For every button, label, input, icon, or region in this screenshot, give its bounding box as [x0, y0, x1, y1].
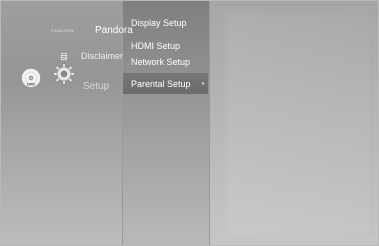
setup-menu-screen: PANDORA Pandora Disclaimer DVD Setup Dis… — [0, 0, 379, 246]
gear-icon — [53, 63, 75, 85]
document-icon — [60, 52, 68, 61]
main-menu-item-pandora[interactable]: Pandora — [95, 25, 133, 36]
content-panel — [224, 11, 374, 237]
submenu-item-display-setup[interactable]: Display Setup — [131, 18, 187, 28]
content-area — [209, 1, 378, 245]
dvd-text: DVD — [27, 83, 35, 87]
main-menu-item-disclaimer[interactable]: Disclaimer — [81, 51, 123, 61]
submenu-item-network-setup[interactable]: Network Setup — [131, 57, 190, 67]
main-menu-column — [1, 1, 122, 245]
main-menu-item-setup[interactable]: Setup — [83, 81, 109, 92]
arrow-right-icon — [202, 82, 205, 85]
pandora-logo: PANDORA — [51, 28, 74, 33]
submenu-item-hdmi-setup[interactable]: HDMI Setup — [131, 41, 180, 51]
submenu-item-parental-setup[interactable]: Parental Setup — [131, 79, 191, 89]
dvd-icon: DVD — [21, 68, 41, 88]
submenu-column — [122, 1, 209, 245]
